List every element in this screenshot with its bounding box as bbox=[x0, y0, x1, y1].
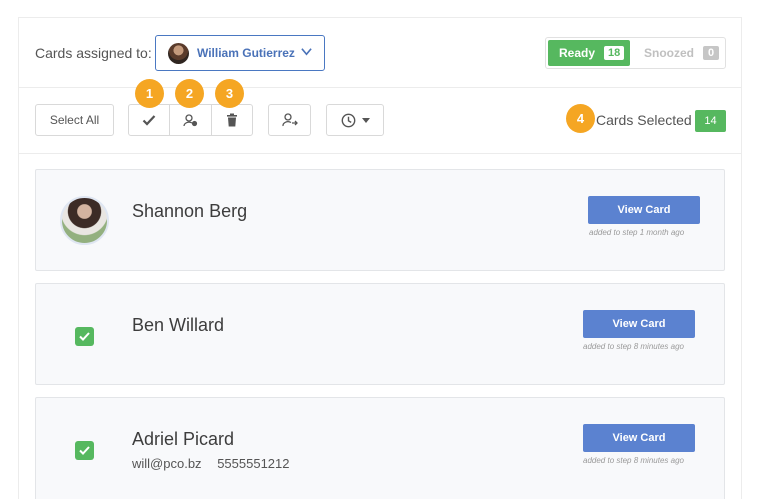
assignee-name: William Gutierrez bbox=[197, 46, 295, 60]
assigned-label: Cards assigned to: bbox=[35, 45, 152, 61]
ready-count: 18 bbox=[604, 46, 625, 60]
status-toggle: Ready 18 Snoozed 0 bbox=[545, 37, 726, 69]
view-card-button[interactable]: View Card bbox=[583, 424, 695, 452]
callout-marker-1: 1 bbox=[135, 79, 164, 108]
complete-button[interactable] bbox=[129, 105, 171, 135]
callout-marker-4: 4 bbox=[566, 104, 595, 133]
ready-label: Ready bbox=[559, 46, 596, 60]
card-item: Ben Willard View Card added to step 8 mi… bbox=[35, 283, 725, 385]
card-checkbox[interactable] bbox=[75, 327, 94, 346]
person-photo bbox=[60, 196, 109, 245]
callout-marker-3: 3 bbox=[215, 79, 244, 108]
card-added-meta: added to step 8 minutes ago bbox=[583, 456, 684, 465]
assignee-dropdown[interactable]: William Gutierrez bbox=[155, 35, 325, 71]
card-checkbox[interactable] bbox=[75, 441, 94, 460]
card-added-meta: added to step 8 minutes ago bbox=[583, 342, 684, 351]
card-phone[interactable]: 5555551212 bbox=[217, 456, 289, 471]
card-contact-info: will@pco.bz 5555551212 bbox=[132, 456, 302, 471]
view-card-button[interactable]: View Card bbox=[588, 196, 700, 224]
assign-button[interactable] bbox=[268, 104, 311, 136]
snoozed-count: 0 bbox=[703, 46, 720, 60]
checkmark-icon bbox=[142, 115, 156, 126]
card-person-name: Shannon Berg bbox=[132, 201, 248, 221]
delete-button[interactable] bbox=[212, 105, 252, 135]
snooze-button[interactable] bbox=[326, 104, 384, 136]
card-item: Shannon Berg View Card added to step 1 m… bbox=[35, 169, 725, 271]
card-item: Adriel Picard will@pco.bz 5555551212 Vie… bbox=[35, 397, 725, 499]
remove-button[interactable] bbox=[170, 105, 212, 135]
chevron-down-icon bbox=[301, 48, 312, 56]
cards-selected-count: 14 bbox=[695, 110, 726, 132]
clock-icon bbox=[341, 113, 355, 127]
bulk-toolbar: Select All Cards Selected 14 bbox=[19, 88, 741, 154]
check-icon bbox=[79, 446, 90, 455]
card-added-meta: added to step 1 month ago bbox=[589, 228, 685, 237]
bulk-action-group bbox=[128, 104, 253, 136]
cards-header: Cards assigned to: William Gutierrez Rea… bbox=[19, 18, 741, 88]
caret-down-icon bbox=[361, 117, 370, 123]
cards-selected-label: Cards Selected bbox=[596, 112, 692, 128]
snoozed-label: Snoozed bbox=[644, 46, 694, 60]
snoozed-tab[interactable]: Snoozed 0 bbox=[644, 46, 720, 60]
person-assign-icon bbox=[281, 113, 298, 127]
card-email[interactable]: will@pco.bz bbox=[132, 456, 202, 471]
person-remove-icon bbox=[183, 113, 198, 126]
check-icon bbox=[79, 332, 90, 341]
trash-icon bbox=[226, 113, 237, 127]
callout-marker-2: 2 bbox=[175, 79, 204, 108]
assignee-avatar bbox=[168, 42, 189, 64]
card-person-name: Adriel Picard bbox=[132, 429, 235, 449]
select-all-button[interactable]: Select All bbox=[35, 104, 114, 136]
view-card-button[interactable]: View Card bbox=[583, 310, 695, 338]
card-person-name: Ben Willard bbox=[132, 315, 225, 335]
ready-tab[interactable]: Ready 18 bbox=[548, 40, 630, 66]
